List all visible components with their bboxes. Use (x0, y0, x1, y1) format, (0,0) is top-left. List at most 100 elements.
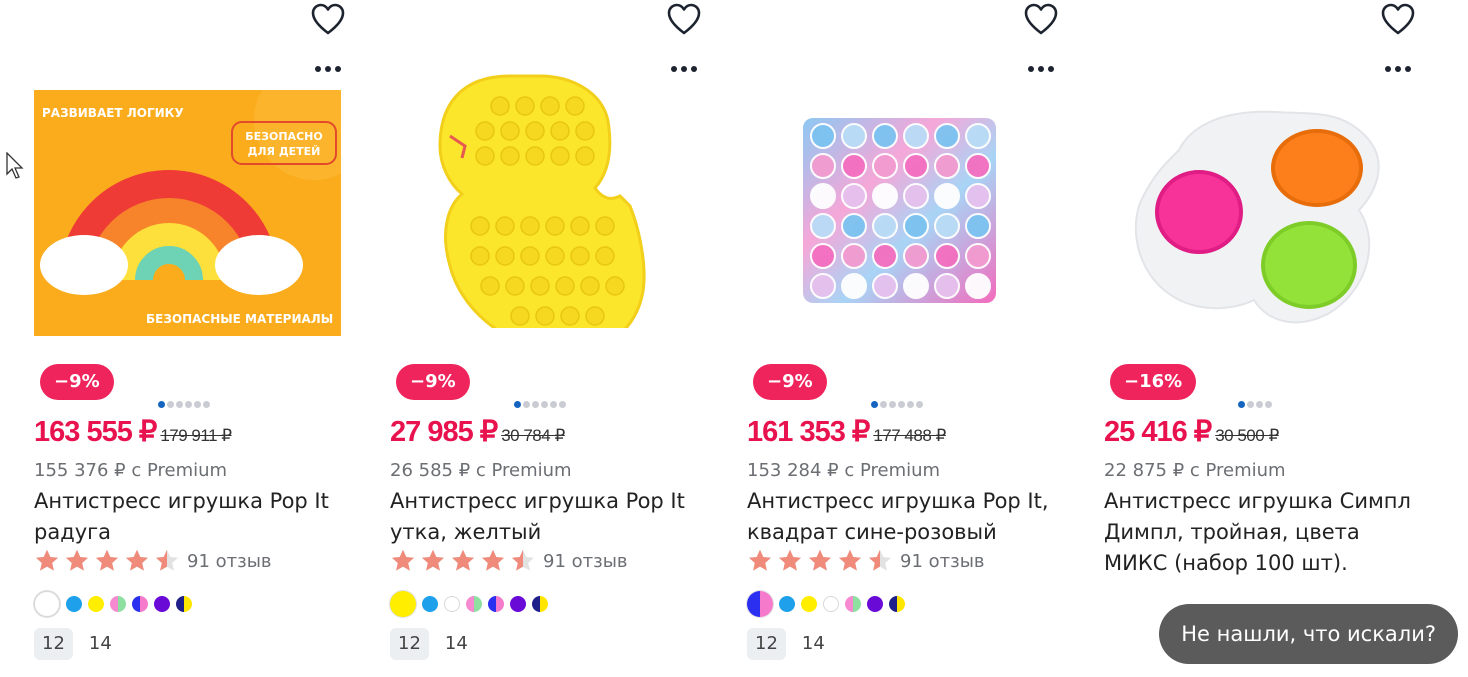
color-swatch[interactable] (747, 591, 773, 617)
color-swatch[interactable] (132, 596, 148, 612)
duck-pop-it-image (438, 74, 646, 328)
size-option[interactable]: 12 (34, 628, 73, 660)
color-swatch[interactable] (801, 596, 817, 612)
rating[interactable]: 91 отзыв (747, 548, 985, 574)
star-icon (452, 549, 474, 571)
product-image[interactable] (390, 66, 700, 328)
color-swatch[interactable] (422, 596, 438, 612)
star-icon (96, 549, 118, 571)
heart-icon[interactable] (1380, 2, 1416, 38)
size-option[interactable]: 14 (81, 628, 120, 660)
premium-price: 22 875 ₽ с Premium (1104, 460, 1286, 481)
color-swatch[interactable] (532, 596, 548, 612)
more-dots-icon[interactable] (1026, 62, 1056, 76)
color-swatch[interactable] (176, 596, 192, 612)
color-swatch[interactable] (867, 596, 883, 612)
feedback-chat-button[interactable]: Не нашли, что искали? (1159, 604, 1458, 664)
star-icon (482, 549, 504, 571)
premium-price: 153 284 ₽ с Premium (747, 460, 941, 481)
current-price: 161 353 ₽ (747, 416, 870, 448)
star-icon (126, 549, 148, 571)
image-safe-text-1: БЕЗОПАСНО (245, 130, 322, 143)
star-icon (869, 549, 891, 571)
color-swatch[interactable] (823, 596, 839, 612)
product-image[interactable]: БЕЗОПАСНО ДЛЯ ДЕТЕЙ РАЗВИВАЕТ ЛОГИКУ БЕЗ… (34, 90, 341, 336)
discount-badge: −9% (753, 364, 827, 400)
color-swatch[interactable] (779, 596, 795, 612)
price-row: 161 353 ₽177 488 ₽ (747, 414, 946, 449)
color-swatch[interactable] (390, 591, 416, 617)
size-options[interactable]: 12 14 (747, 628, 833, 660)
star-icon (156, 549, 178, 571)
star-icon (512, 549, 534, 571)
color-swatches[interactable] (34, 591, 192, 617)
photo-dots[interactable] (514, 401, 566, 409)
color-swatch[interactable] (66, 596, 82, 612)
star-icon (392, 549, 414, 571)
image-top-text: РАЗВИВАЕТ ЛОГИКУ (42, 106, 184, 120)
square-pop-it-image (803, 118, 996, 303)
photo-dots[interactable] (1238, 401, 1272, 409)
star-icon (422, 549, 444, 571)
rating[interactable]: 91 отзыв (34, 548, 272, 574)
color-swatches[interactable] (747, 591, 905, 617)
color-swatch[interactable] (444, 596, 460, 612)
color-swatches[interactable] (390, 591, 548, 617)
current-price: 27 985 ₽ (390, 416, 498, 448)
star-icon (809, 549, 831, 571)
size-option[interactable]: 14 (437, 628, 476, 660)
color-swatch[interactable] (466, 596, 482, 612)
price-row: 27 985 ₽30 784 ₽ (390, 414, 565, 449)
color-swatch[interactable] (34, 591, 60, 617)
old-price: 179 911 ₽ (160, 426, 232, 445)
size-option[interactable]: 14 (794, 628, 833, 660)
color-swatch[interactable] (88, 596, 104, 612)
product-title[interactable]: Антистресс игрушка Симпл Димпл, тройная,… (1104, 486, 1414, 579)
size-options[interactable]: 12 14 (390, 628, 476, 660)
reviews-count[interactable]: 91 отзыв (900, 551, 985, 572)
discount-badge: −16% (1110, 364, 1197, 400)
size-option[interactable]: 12 (390, 628, 429, 660)
current-price: 25 416 ₽ (1104, 416, 1212, 448)
heart-icon[interactable] (1023, 2, 1059, 38)
heart-icon[interactable] (666, 2, 702, 38)
image-safe-text-2: ДЛЯ ДЕТЕЙ (248, 145, 321, 158)
size-option[interactable]: 12 (747, 628, 786, 660)
color-swatch[interactable] (488, 596, 504, 612)
premium-price: 26 585 ₽ с Premium (390, 460, 572, 481)
product-image[interactable] (747, 110, 1057, 372)
star-icon (839, 549, 861, 571)
discount-badge: −9% (40, 364, 114, 400)
color-swatch[interactable] (154, 596, 170, 612)
star-icon (36, 549, 58, 571)
photo-dots[interactable] (158, 401, 210, 409)
color-swatch[interactable] (845, 596, 861, 612)
star-icon (66, 549, 88, 571)
product-card[interactable]: −9% 161 353 ₽177 488 ₽ 153 284 ₽ с Premi… (747, 0, 1067, 677)
product-image[interactable] (1104, 100, 1414, 362)
photo-dots[interactable] (871, 401, 923, 409)
star-icon (34, 548, 180, 574)
product-title[interactable]: Антистресс игрушка Pop It утка, желтый (390, 486, 700, 548)
product-title[interactable]: Антистресс игрушка Pop It, квадрат сине-… (747, 486, 1057, 548)
heart-icon[interactable] (310, 2, 346, 38)
old-price: 177 488 ₽ (873, 426, 946, 445)
color-swatch[interactable] (510, 596, 526, 612)
price-row: 163 555 ₽179 911 ₽ (34, 414, 232, 449)
reviews-count[interactable]: 91 отзыв (543, 551, 628, 572)
product-card[interactable]: −16% 25 416 ₽30 500 ₽ 22 875 ₽ с Premium… (1104, 0, 1424, 677)
more-dots-icon[interactable] (1383, 62, 1413, 76)
rating[interactable]: 91 отзыв (390, 548, 628, 574)
star-icon (749, 549, 771, 571)
reviews-count[interactable]: 91 отзыв (187, 551, 272, 572)
product-card[interactable]: БЕЗОПАСНО ДЛЯ ДЕТЕЙ РАЗВИВАЕТ ЛОГИКУ БЕЗ… (34, 0, 354, 677)
more-dots-icon[interactable] (313, 62, 343, 76)
product-card[interactable]: −9% 27 985 ₽30 784 ₽ 26 585 ₽ с Premium … (390, 0, 710, 677)
star-icon (747, 548, 893, 574)
color-swatch[interactable] (110, 596, 126, 612)
product-title[interactable]: Антистресс игрушка Pop It радуга (34, 486, 344, 548)
color-swatch[interactable] (889, 596, 905, 612)
size-options[interactable]: 12 14 (34, 628, 120, 660)
premium-price: 155 376 ₽ с Premium (34, 460, 228, 481)
old-price: 30 500 ₽ (1215, 426, 1279, 445)
